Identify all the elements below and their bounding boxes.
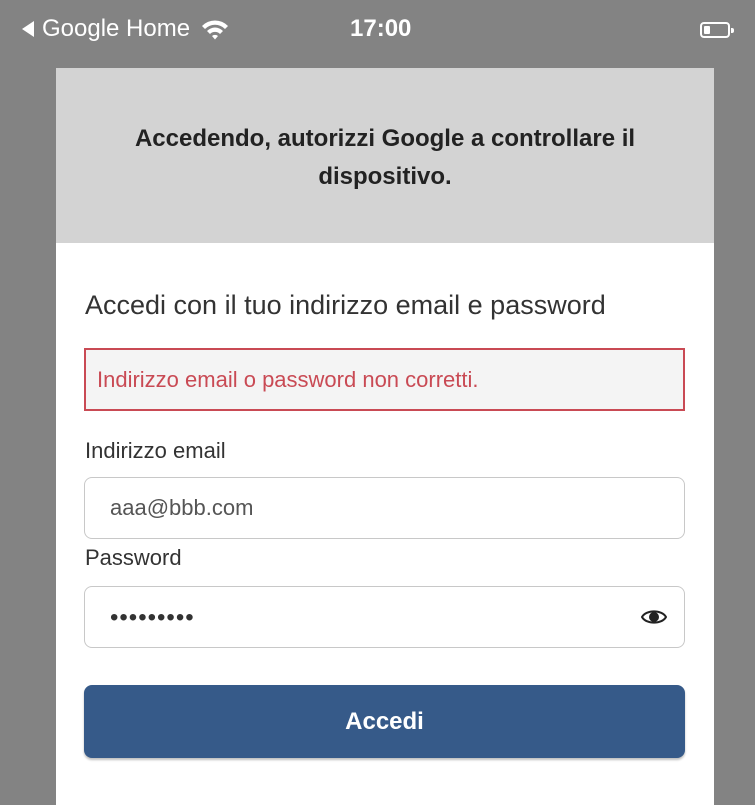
- login-button-label: Accedi: [345, 707, 424, 735]
- password-field[interactable]: •••••••••: [84, 586, 685, 648]
- email-label: Indirizzo email: [85, 438, 226, 463]
- status-bar: Google Home 17:00: [0, 0, 755, 56]
- password-label: Password: [85, 545, 182, 570]
- login-button[interactable]: Accedi: [84, 685, 685, 758]
- back-app-label: Google Home: [42, 15, 191, 42]
- authorization-header: Accedendo, autorizzi Google a controllar…: [56, 68, 714, 243]
- email-value: aaa@bbb.com: [110, 495, 254, 520]
- status-time: 17:00: [350, 15, 412, 42]
- battery-icon: [700, 22, 734, 38]
- password-value: •••••••••: [110, 604, 195, 631]
- error-message: Indirizzo email o password non corretti.: [97, 366, 479, 392]
- back-to-app[interactable]: Google Home: [22, 14, 230, 44]
- wifi-icon: [202, 20, 229, 40]
- eye-icon[interactable]: [641, 606, 667, 628]
- login-card: Accedendo, autorizzi Google a controllar…: [56, 68, 714, 805]
- back-arrow-icon: [22, 21, 34, 37]
- email-field[interactable]: aaa@bbb.com: [84, 477, 685, 539]
- authorization-message: Accedendo, autorizzi Google a controllar…: [134, 124, 636, 190]
- error-message-box: Indirizzo email o password non corretti.: [84, 348, 685, 411]
- form-title: Accedi con il tuo indirizzo email e pass…: [85, 290, 606, 320]
